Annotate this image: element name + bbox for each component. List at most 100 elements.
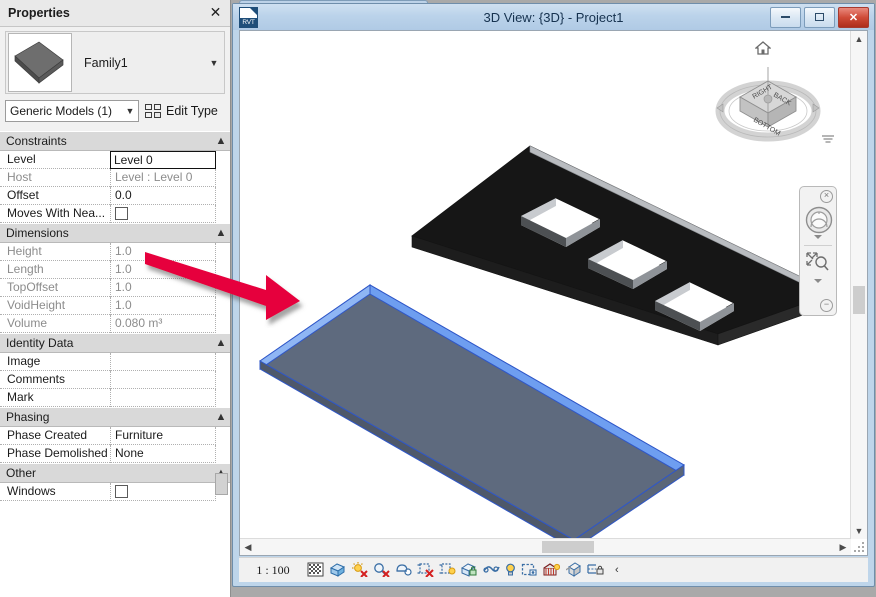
chevron-down-icon[interactable]: ▼ bbox=[204, 58, 224, 68]
chevron-down-icon: ▼ bbox=[125, 106, 135, 116]
parameter-group-header[interactable]: Identity Data ▲ bbox=[0, 333, 230, 353]
parameter-row[interactable]: Image bbox=[0, 353, 230, 371]
page-title: Properties bbox=[8, 6, 70, 20]
show-analytical-model-icon[interactable] bbox=[543, 562, 561, 578]
parameter-row[interactable]: Phase Demolished None bbox=[0, 445, 230, 463]
parameter-group-name: Phasing bbox=[6, 410, 50, 424]
parameter-row[interactable]: Moves With Nea... bbox=[0, 205, 230, 223]
chevron-up-icon[interactable]: ▲ bbox=[212, 411, 230, 423]
family-selector[interactable]: Family1 ▼ bbox=[5, 31, 225, 94]
zoom-extents-icon[interactable] bbox=[805, 251, 831, 273]
visual-style-icon[interactable] bbox=[329, 562, 346, 578]
parameter-value[interactable]: Level : Level 0 bbox=[110, 169, 216, 187]
temporary-view-properties-icon[interactable] bbox=[521, 562, 538, 578]
edit-type-button[interactable]: Edit Type bbox=[145, 100, 218, 122]
close-icon[interactable]: × bbox=[820, 190, 833, 203]
shadows-off-icon[interactable] bbox=[373, 562, 390, 578]
steering-wheel-icon[interactable] bbox=[802, 203, 836, 237]
highlight-displacement-sets-icon[interactable] bbox=[565, 562, 582, 578]
parameter-group-name: Constraints bbox=[6, 134, 67, 148]
crop-view-off-icon[interactable] bbox=[417, 562, 434, 578]
parameter-value[interactable]: 0.0 bbox=[110, 187, 216, 205]
parameter-label: VoidHeight bbox=[0, 297, 110, 315]
chevron-up-icon[interactable]: ▲ bbox=[212, 337, 230, 349]
sun-path-off-icon[interactable] bbox=[351, 562, 368, 578]
parameter-row[interactable]: Windows bbox=[0, 483, 230, 501]
parameter-row[interactable]: Phase Created Furniture bbox=[0, 427, 230, 445]
parameter-group-name: Other bbox=[6, 466, 37, 480]
parameter-group-header[interactable]: Other▲ bbox=[0, 463, 230, 483]
horizontal-scrollbar[interactable]: ◀ ▶ bbox=[240, 538, 851, 555]
close-icon[interactable]: ✕ bbox=[207, 5, 224, 22]
navigation-bar[interactable]: × − bbox=[799, 186, 837, 316]
parameter-label: Comments bbox=[0, 371, 110, 389]
parameter-value[interactable]: Level 0 bbox=[110, 151, 216, 169]
rvt-file-icon: RVT bbox=[239, 6, 258, 28]
restore-icon[interactable] bbox=[804, 6, 835, 28]
rvt-icon-text: RVT bbox=[240, 17, 257, 27]
lock-3d-view-icon[interactable] bbox=[460, 562, 478, 578]
chevron-up-icon[interactable]: ▲ bbox=[212, 135, 230, 147]
chevron-down-icon[interactable] bbox=[814, 235, 822, 239]
parameter-row[interactable]: VoidHeight 1.0 bbox=[0, 297, 230, 315]
scroll-up-icon[interactable]: ▲ bbox=[851, 31, 867, 47]
view-scale[interactable]: 1 : 100 bbox=[239, 563, 307, 578]
worksharing-display-icon[interactable] bbox=[587, 562, 604, 578]
close-icon[interactable]: ✕ bbox=[838, 6, 869, 28]
parameter-label: Image bbox=[0, 353, 110, 371]
scroll-down-icon[interactable]: ▼ bbox=[851, 523, 867, 539]
parameter-row[interactable]: Comments bbox=[0, 371, 230, 389]
parameter-row[interactable]: TopOffset 1.0 bbox=[0, 279, 230, 297]
properties-scroll-thumb[interactable] bbox=[215, 473, 228, 495]
scroll-right-icon[interactable]: ▶ bbox=[835, 542, 851, 553]
chevron-up-icon[interactable]: ▲ bbox=[212, 227, 230, 239]
parameter-group-header[interactable]: Phasing ▲ bbox=[0, 407, 230, 427]
crop-region-visible-icon[interactable] bbox=[439, 562, 456, 578]
view-window-title-bar[interactable]: RVT 3D View: {3D} - Project1 ✕ bbox=[233, 4, 874, 30]
detail-level-icon[interactable] bbox=[307, 562, 324, 578]
render-dialog-icon[interactable] bbox=[395, 562, 412, 578]
type-selector-value: Generic Models (1) bbox=[10, 104, 113, 118]
menu-icon[interactable]: − bbox=[820, 299, 833, 312]
parameter-value[interactable]: 0.080 m³ bbox=[110, 315, 216, 333]
parameter-group-header[interactable]: Constraints ▲ bbox=[0, 131, 230, 151]
reveal-hidden-elements-icon[interactable] bbox=[505, 562, 516, 578]
parameter-label: Height bbox=[0, 243, 110, 261]
horizontal-scroll-thumb[interactable] bbox=[542, 541, 594, 553]
chevron-left-icon[interactable]: ‹ bbox=[615, 564, 619, 576]
vertical-scrollbar[interactable]: ▲ ▼ bbox=[850, 31, 867, 539]
edit-type-icon bbox=[145, 103, 162, 119]
parameter-row[interactable]: Level Level 0 bbox=[0, 151, 230, 169]
resize-grip-icon[interactable] bbox=[852, 540, 866, 554]
parameter-row[interactable]: Length 1.0 bbox=[0, 261, 230, 279]
parameter-value[interactable] bbox=[110, 371, 216, 389]
3d-view-canvas[interactable]: RIGHT BACK BOTTOM × − bbox=[240, 31, 851, 539]
vertical-scroll-thumb[interactable] bbox=[853, 286, 865, 314]
parameter-value[interactable]: 1.0 bbox=[110, 243, 216, 261]
parameter-row[interactable]: Height 1.0 bbox=[0, 243, 230, 261]
parameter-row[interactable]: Host Level : Level 0 bbox=[0, 169, 230, 187]
parameter-value[interactable]: Furniture bbox=[110, 427, 216, 445]
view-window: RVT 3D View: {3D} - Project1 ✕ RIGHT BAC… bbox=[232, 3, 875, 587]
parameter-value[interactable]: 1.0 bbox=[110, 261, 216, 279]
scroll-left-icon[interactable]: ◀ bbox=[240, 542, 256, 553]
parameter-checkbox[interactable] bbox=[115, 207, 128, 220]
type-selector-dropdown[interactable]: Generic Models (1) ▼ bbox=[5, 100, 139, 122]
parameter-value[interactable] bbox=[110, 389, 216, 407]
parameter-row[interactable]: Volume 0.080 m³ bbox=[0, 315, 230, 333]
minimize-icon[interactable] bbox=[770, 6, 801, 28]
temporary-hide-isolate-icon[interactable] bbox=[483, 562, 500, 578]
viewcube[interactable]: RIGHT BACK BOTTOM bbox=[713, 39, 834, 157]
parameter-group-header[interactable]: Dimensions ▲ bbox=[0, 223, 230, 243]
parameter-value[interactable]: 1.0 bbox=[110, 297, 216, 315]
parameter-value[interactable]: 1.0 bbox=[110, 279, 216, 297]
parameter-checkbox[interactable] bbox=[115, 485, 128, 498]
parameter-value[interactable] bbox=[110, 353, 216, 371]
chevron-down-icon[interactable] bbox=[814, 279, 822, 283]
parameter-value[interactable]: None bbox=[110, 445, 216, 463]
slab-host bbox=[411, 145, 836, 346]
parameter-label: Length bbox=[0, 261, 110, 279]
parameter-row[interactable]: Offset 0.0 bbox=[0, 187, 230, 205]
parameter-grid: Constraints ▲ Level Level 0 Host Level : Leve… bbox=[0, 131, 230, 597]
parameter-row[interactable]: Mark bbox=[0, 389, 230, 407]
